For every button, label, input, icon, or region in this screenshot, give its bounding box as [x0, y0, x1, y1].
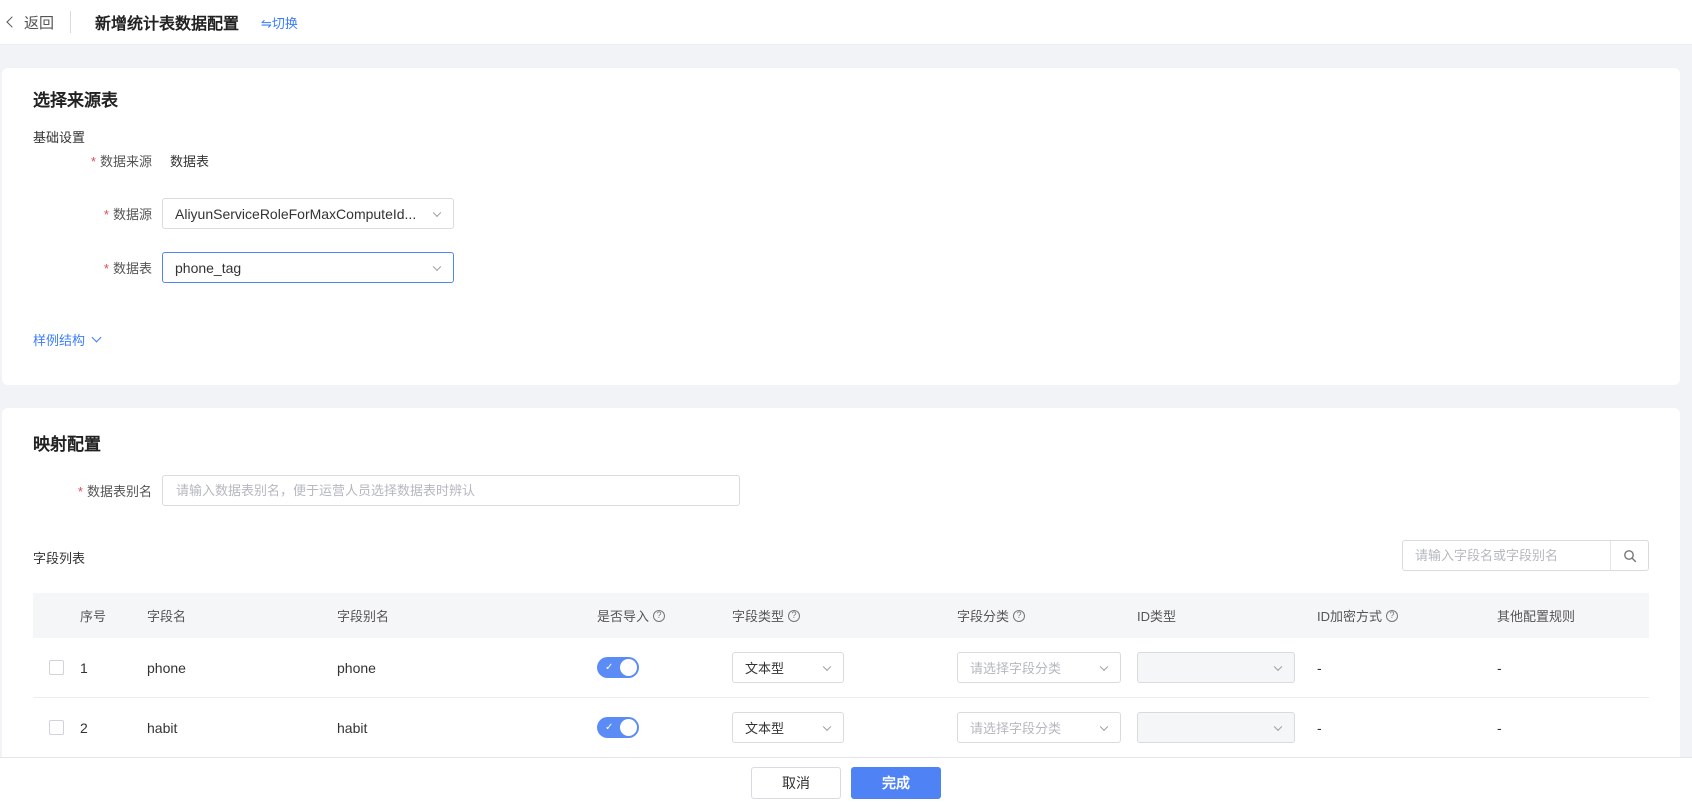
- basic-settings-title: 基础设置: [33, 130, 86, 145]
- data-origin-row: * 数据来源 数据表: [2, 150, 209, 170]
- data-origin-value: 数据表: [170, 153, 210, 169]
- datatable-label: * 数据表: [103, 261, 152, 276]
- back-label: 返回: [24, 14, 55, 32]
- help-icon[interactable]: ?: [653, 609, 666, 622]
- switch-link[interactable]: ⇋切换: [261, 13, 298, 32]
- col-encryption: ID加密方式?: [1317, 606, 1497, 625]
- chevron-down-icon: [822, 722, 832, 731]
- check-icon: ✓: [605, 662, 614, 673]
- field-type-select[interactable]: 文本型: [732, 712, 844, 743]
- col-no: 序号: [80, 609, 107, 624]
- chevron-down-icon: [432, 262, 442, 271]
- datasource-value: AliyunServiceRoleForMaxComputeId...: [175, 205, 417, 222]
- col-name: 字段名: [147, 609, 187, 624]
- top-bar: 返回 新增统计表数据配置 ⇋切换: [0, 0, 1692, 45]
- chevron-down-icon: [1099, 662, 1109, 671]
- table-header: 序号 字段名 字段别名 是否导入? 字段类型? 字段分类? ID类型 ID加密方…: [33, 593, 1649, 638]
- row-checkbox[interactable]: [49, 660, 64, 675]
- table-alias-input[interactable]: [162, 475, 740, 506]
- mapping-card: 映射配置 *数据表别名 字段列表 序号 字段名 字段别名 是否导入? 字段类型?…: [2, 408, 1680, 807]
- datatable-select[interactable]: phone_tag: [162, 252, 454, 283]
- field-search-input[interactable]: [1403, 541, 1610, 570]
- row-no: 1: [80, 659, 88, 676]
- help-icon[interactable]: ?: [1013, 609, 1026, 622]
- field-search: [1402, 540, 1649, 571]
- source-card: 选择来源表 基础设置 * 数据来源 数据表 * 数据源 AliyunServiceR…: [2, 68, 1680, 385]
- finish-button[interactable]: 完成: [851, 766, 941, 799]
- datasource-select[interactable]: AliyunServiceRoleForMaxComputeId...: [162, 198, 454, 229]
- back-button[interactable]: 返回: [6, 12, 54, 33]
- col-type: 字段类型?: [732, 606, 957, 625]
- mapping-section-title: 映射配置: [33, 435, 101, 454]
- sample-structure-toggle[interactable]: 样例结构: [33, 330, 102, 349]
- import-toggle[interactable]: ✓: [597, 657, 639, 678]
- chevron-down-icon: [1273, 662, 1283, 671]
- import-toggle[interactable]: ✓: [597, 717, 639, 738]
- chevron-down-icon: [822, 662, 832, 671]
- table-row: 1 phone phone ✓ 文本型 请选择字段分类 - -: [33, 638, 1649, 698]
- help-icon[interactable]: ?: [788, 609, 801, 622]
- datatable-row: * 数据表 phone_tag: [2, 252, 454, 283]
- id-type-select: [1137, 652, 1295, 683]
- field-list-title: 字段列表: [33, 551, 86, 566]
- col-import: 是否导入?: [597, 606, 732, 625]
- datatable-value: phone_tag: [175, 259, 242, 276]
- field-category-select[interactable]: 请选择字段分类: [957, 652, 1121, 683]
- bottom-action-bar: 取消 完成: [0, 757, 1692, 807]
- search-button[interactable]: [1610, 541, 1648, 570]
- row-encryption: -: [1317, 659, 1322, 676]
- chevron-down-icon: [1273, 722, 1283, 731]
- row-rules: -: [1497, 659, 1502, 676]
- check-icon: ✓: [605, 722, 614, 733]
- chevron-down-icon: [432, 208, 442, 217]
- table-row: 2 habit habit ✓ 文本型 请选择字段分类 - -: [33, 698, 1649, 758]
- chevron-left-icon: [6, 16, 18, 28]
- data-origin-label: * 数据来源: [90, 153, 152, 169]
- search-icon: [1623, 549, 1636, 562]
- row-encryption: -: [1317, 719, 1322, 736]
- id-type-select: [1137, 712, 1295, 743]
- col-rules: 其他配置规则: [1497, 609, 1576, 624]
- field-type-select[interactable]: 文本型: [732, 652, 844, 683]
- divider: [70, 11, 72, 33]
- help-icon[interactable]: ?: [1386, 609, 1399, 622]
- chevron-down-icon: [1099, 722, 1109, 731]
- col-alias: 字段别名: [337, 609, 390, 624]
- row-checkbox[interactable]: [49, 720, 64, 735]
- col-id-type: ID类型: [1137, 609, 1177, 624]
- row-field-alias: phone: [337, 659, 376, 676]
- datasource-row: * 数据源 AliyunServiceRoleForMaxComputeId...: [2, 198, 454, 229]
- page-title: 新增统计表数据配置: [95, 16, 240, 33]
- row-field-alias: habit: [337, 719, 368, 736]
- row-no: 2: [80, 719, 88, 736]
- alias-row: * 数据表别名: [2, 475, 740, 506]
- chevron-down-icon: [91, 332, 102, 343]
- alias-label: * 数据表别名: [77, 484, 152, 499]
- field-table: 序号 字段名 字段别名 是否导入? 字段类型? 字段分类? ID类型 ID加密方…: [33, 593, 1649, 758]
- col-category: 字段分类?: [957, 606, 1137, 625]
- row-field-name: habit: [147, 719, 178, 736]
- row-field-name: phone: [147, 659, 186, 676]
- datasource-label: * 数据源: [103, 207, 152, 222]
- cancel-button[interactable]: 取消: [751, 766, 841, 799]
- row-rules: -: [1497, 719, 1502, 736]
- source-section-title: 选择来源表: [33, 91, 118, 110]
- field-category-select[interactable]: 请选择字段分类: [957, 712, 1121, 743]
